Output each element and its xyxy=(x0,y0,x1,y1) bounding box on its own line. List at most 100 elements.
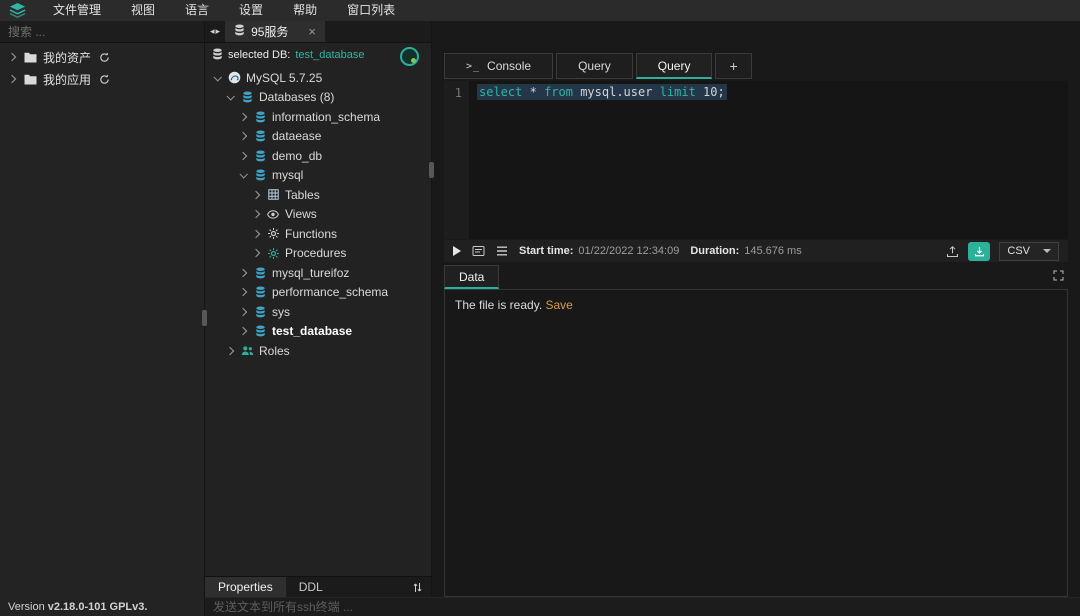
tree-node-label: Tables xyxy=(285,188,320,202)
sql-statement[interactable]: select * from mysql.user limit 10; xyxy=(477,84,727,100)
execute-plan-icon[interactable] xyxy=(472,245,485,257)
chevron-right-icon[interactable] xyxy=(238,287,248,297)
tree-node-roles[interactable]: Roles xyxy=(205,341,431,361)
sort-icon[interactable] xyxy=(413,577,431,597)
tree-node-databases-8-[interactable]: Databases (8) xyxy=(205,88,431,108)
new-tab-button[interactable]: + xyxy=(715,53,751,79)
menu-item-3[interactable]: 语言 xyxy=(170,0,224,21)
chevron-right-icon[interactable] xyxy=(238,131,248,141)
assistant-badge[interactable] xyxy=(400,47,419,66)
chevron-down-icon[interactable] xyxy=(225,92,235,102)
export-format-value: CSV xyxy=(1007,245,1030,257)
tab-label: + xyxy=(729,58,737,74)
tab-console-0[interactable]: >_Console xyxy=(444,53,553,79)
sidebar-item-label: 我的应用 xyxy=(43,71,91,88)
chevron-right-icon[interactable] xyxy=(7,74,17,84)
sql-token-keyword: limit xyxy=(660,85,696,99)
folder-icon xyxy=(23,52,37,63)
query-workspace: >_ConsoleQueryQuery+ 1 select * from mys… xyxy=(432,21,1080,597)
chevron-right-icon[interactable] xyxy=(251,248,261,258)
rows-list-icon[interactable] xyxy=(496,246,508,256)
panel-resize-handle[interactable] xyxy=(429,162,434,178)
tree-node-mysql-5-7-25[interactable]: MySQL 5.7.25 xyxy=(205,68,431,88)
save-link[interactable]: Save xyxy=(546,298,573,312)
tree-node-dataease[interactable]: dataease xyxy=(205,127,431,147)
connection-tab[interactable]: 95服务 × xyxy=(225,21,325,42)
tab-data[interactable]: Data xyxy=(444,265,499,289)
sidebar-item[interactable]: 我的资产 xyxy=(0,46,204,68)
folder-icon xyxy=(23,74,37,85)
chevron-right-icon[interactable] xyxy=(251,229,261,239)
tree-node-tables[interactable]: Tables xyxy=(205,185,431,205)
version-text: Version v2.18.0-101 GPLv3. xyxy=(8,601,147,613)
chevron-down-icon[interactable] xyxy=(212,73,222,83)
upload-icon[interactable] xyxy=(946,245,959,258)
tree-node-mysql-tureifoz[interactable]: mysql_tureifoz xyxy=(205,263,431,283)
database-icon xyxy=(253,169,267,181)
refresh-icon[interactable] xyxy=(97,74,111,85)
chevron-right-icon[interactable] xyxy=(7,52,17,62)
tree-node-label: Databases (8) xyxy=(259,90,334,104)
bottom-tabs: PropertiesDDL xyxy=(205,577,336,597)
gear-icon xyxy=(266,228,280,239)
sql-token-keyword: select xyxy=(479,85,522,99)
roles-icon xyxy=(240,345,254,356)
tab-label: Console xyxy=(487,59,531,73)
start-time-label: Start time: xyxy=(519,245,573,257)
tree-node-views[interactable]: Views xyxy=(205,205,431,225)
sidebar-item[interactable]: 我的应用 xyxy=(0,68,204,90)
tab-label: Query xyxy=(658,59,691,73)
top-menu-bar: 文件管理视图语言设置帮助窗口列表 xyxy=(0,0,1080,21)
ssh-broadcast-input[interactable] xyxy=(205,598,1080,616)
tab-query-2[interactable]: Query xyxy=(636,53,713,79)
tree-node-functions[interactable]: Functions xyxy=(205,224,431,244)
refresh-icon[interactable] xyxy=(97,52,111,63)
tree-node-label: performance_schema xyxy=(272,285,388,299)
chevron-right-icon[interactable] xyxy=(251,209,261,219)
tree-node-information-schema[interactable]: information_schema xyxy=(205,107,431,127)
menu-item-5[interactable]: 帮助 xyxy=(278,0,332,21)
tree-node-performance-schema[interactable]: performance_schema xyxy=(205,283,431,303)
chevron-right-icon[interactable] xyxy=(225,346,235,356)
tree-node-label: MySQL 5.7.25 xyxy=(246,71,322,85)
chevron-right-icon[interactable] xyxy=(238,326,248,336)
tree-node-mysql[interactable]: mysql xyxy=(205,166,431,186)
chevron-right-icon[interactable] xyxy=(251,190,261,200)
tree-node-demo-db[interactable]: demo_db xyxy=(205,146,431,166)
expand-icon[interactable] xyxy=(1053,270,1064,281)
version-value: v2.18.0-101 GPLv3. xyxy=(48,601,148,613)
sql-editor[interactable]: 1 select * from mysql.user limit 10; xyxy=(444,81,1068,239)
menu-item-4[interactable]: 设置 xyxy=(224,0,278,21)
chevron-right-icon[interactable] xyxy=(238,307,248,317)
tree-node-sys[interactable]: sys xyxy=(205,302,431,322)
tab-properties[interactable]: Properties xyxy=(205,577,286,597)
selected-db-value[interactable]: test_database xyxy=(295,49,364,61)
tree-node-test-database[interactable]: test_database xyxy=(205,322,431,342)
result-message: The file is ready. xyxy=(455,298,542,312)
duration-label: Duration: xyxy=(690,245,739,257)
export-format-select[interactable]: CSV xyxy=(999,242,1059,261)
toolbar-right-group: CSV xyxy=(946,242,1059,261)
tab-nav-arrows[interactable]: ◂▸ xyxy=(205,21,225,42)
database-icon xyxy=(253,325,267,337)
tree-node-label: mysql_tureifoz xyxy=(272,266,349,280)
code-area[interactable]: select * from mysql.user limit 10; xyxy=(469,81,1068,239)
chevron-right-icon[interactable] xyxy=(238,268,248,278)
search-input[interactable] xyxy=(0,21,204,43)
sql-token-plain: * xyxy=(530,85,537,99)
chevron-right-icon[interactable] xyxy=(238,112,248,122)
download-button[interactable] xyxy=(968,242,990,261)
nav-forward-icon[interactable]: ▸ xyxy=(216,26,221,37)
tree-node-procedures[interactable]: Procedures xyxy=(205,244,431,264)
menu-item-1[interactable]: 文件管理 xyxy=(38,0,116,21)
close-icon[interactable]: × xyxy=(308,25,316,38)
menu-item-2[interactable]: 视图 xyxy=(116,0,170,21)
nav-back-icon[interactable]: ◂ xyxy=(210,26,215,37)
tab-query-1[interactable]: Query xyxy=(556,53,633,79)
tab-ddl[interactable]: DDL xyxy=(286,577,336,597)
panel-resize-handle[interactable] xyxy=(202,310,207,326)
chevron-right-icon[interactable] xyxy=(238,151,248,161)
chevron-down-icon[interactable] xyxy=(238,170,248,180)
run-icon[interactable] xyxy=(453,246,461,256)
menu-item-6[interactable]: 窗口列表 xyxy=(332,0,410,21)
